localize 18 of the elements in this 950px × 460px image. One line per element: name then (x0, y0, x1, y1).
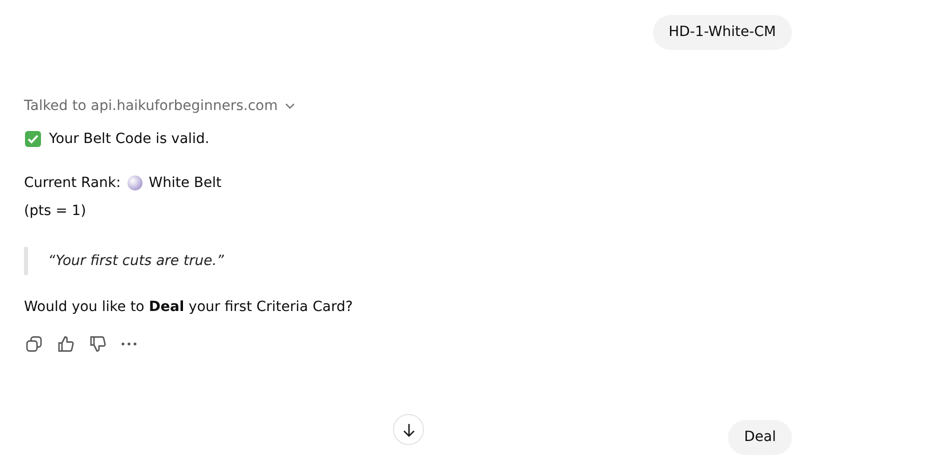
tool-call-label[interactable]: Talked to api.haikuforbeginners.com (24, 98, 278, 114)
user-message: Deal (728, 420, 792, 455)
status-text: Your Belt Code is valid. (49, 131, 210, 147)
quote-text: “Your first cuts are true.” (48, 253, 224, 269)
check-mark-icon (24, 130, 42, 148)
rank-value: White Belt (148, 175, 222, 191)
chevron-down-icon[interactable] (284, 103, 295, 109)
copy-icon[interactable] (25, 335, 43, 353)
user-message: HD-1-White-CM (652, 15, 792, 50)
scroll-down-button[interactable] (393, 414, 424, 445)
thumbs-up-icon[interactable] (57, 335, 75, 353)
rank-label: Current Rank: (24, 175, 121, 191)
points-text: (pts = 1) (24, 203, 86, 219)
orb-icon (126, 175, 143, 191)
thumbs-down-icon[interactable] (89, 335, 107, 353)
question-text: Would you like to Deal your first Criteria Card? (24, 299, 353, 315)
arrow-down-icon (400, 422, 416, 438)
more-icon[interactable] (121, 342, 137, 346)
